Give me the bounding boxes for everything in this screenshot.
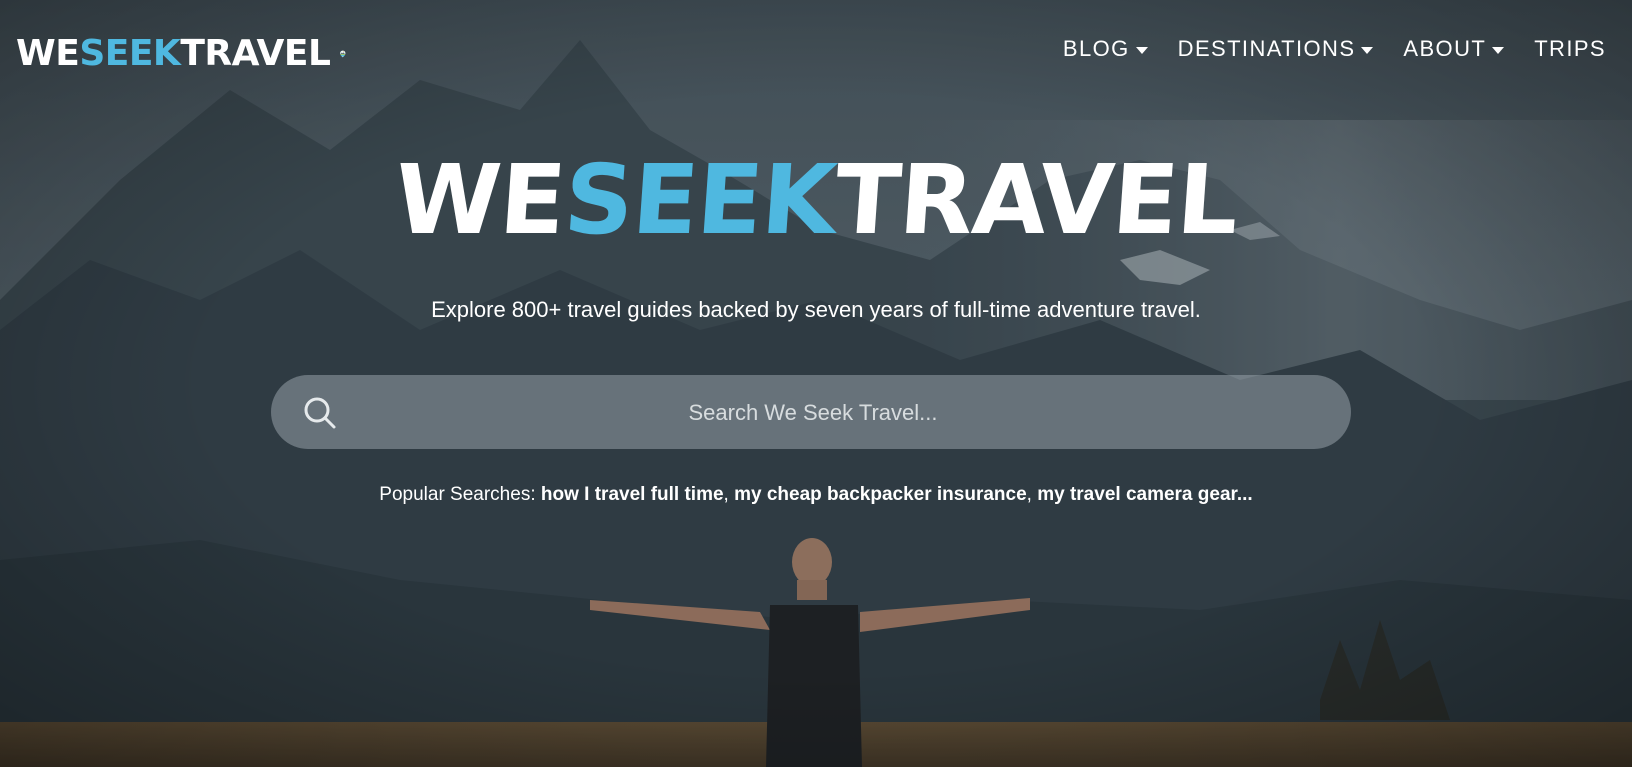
popular-link-travel-full-time[interactable]: how I travel full time (541, 484, 724, 505)
popular-separator: , (1026, 484, 1038, 505)
nav-blog[interactable]: BLOG (1063, 36, 1148, 62)
hero: WESEEKTRAVEL BLOG DESTINATIONS ABOUT TRI… (0, 0, 1632, 767)
logo-wordmark: WESEEKTRAVEL (16, 33, 331, 74)
caret-down-icon (1492, 46, 1505, 54)
nav-blog-label: BLOG (1062, 36, 1130, 61)
popular-searches-label: Popular Searches: (379, 484, 536, 505)
caret-down-icon (1135, 46, 1148, 54)
hero-wordmark-travel: TRAVEL (831, 144, 1242, 256)
site-header: WESEEKTRAVEL BLOG DESTINATIONS ABOUT TRI… (0, 0, 1632, 110)
nav-trips[interactable]: TRIPS (1534, 36, 1606, 62)
search-bar[interactable] (271, 375, 1351, 451)
logo-seek: SEEK (79, 33, 181, 74)
location-pin-logo-icon (340, 50, 346, 58)
caret-down-icon (1361, 46, 1374, 54)
search-icon[interactable] (303, 396, 337, 430)
hero-wordmark-seek: SEEK (560, 144, 839, 256)
nav-destinations-label: DESTINATIONS (1177, 36, 1356, 61)
popular-searches: Popular Searches: how I travel full time… (0, 484, 1632, 506)
search-input[interactable] (361, 375, 1265, 451)
hero-wordmark: WESEEKTRAVEL (0, 144, 1632, 256)
main-navigation: BLOG DESTINATIONS ABOUT TRIPS (1063, 36, 1606, 62)
popular-link-camera-gear[interactable]: my travel camera gear... (1037, 484, 1252, 505)
hero-tagline: Explore 800+ travel guides backed by sev… (431, 297, 1201, 322)
site-logo[interactable]: WESEEKTRAVEL (16, 8, 346, 100)
logo-we: WE (16, 33, 80, 74)
hero-wordmark-we: WE (390, 144, 569, 256)
nav-about[interactable]: ABOUT (1403, 36, 1505, 62)
nav-trips-label: TRIPS (1534, 36, 1606, 61)
logo-travel: TRAVEL (180, 33, 331, 74)
nav-about-label: ABOUT (1403, 36, 1487, 61)
popular-link-backpacker-insurance[interactable]: my cheap backpacker insurance (734, 484, 1027, 505)
popular-separator: , (723, 484, 735, 505)
nav-destinations[interactable]: DESTINATIONS (1178, 36, 1374, 62)
